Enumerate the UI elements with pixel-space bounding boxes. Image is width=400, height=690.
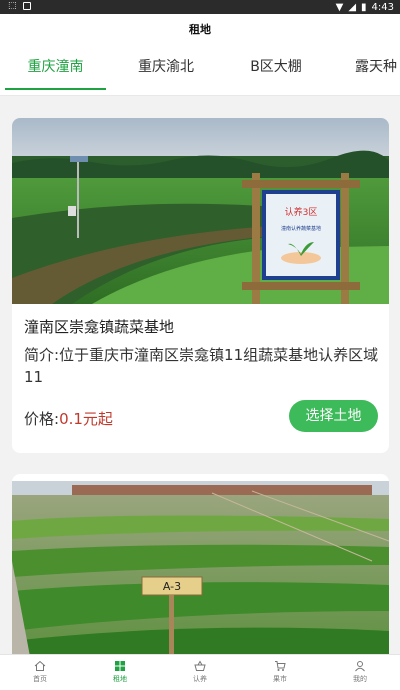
sign-subtitle: 潼南认养蔬菜基地 [281,225,321,232]
tab-chongqing-tongnan[interactable]: 重庆潼南 [5,46,106,95]
farmland-list: 认养3区 潼南认养蔬菜基地 潼南区崇龛镇蔬菜基地 简介:位于重庆市潼南区崇龛镇1… [0,96,400,654]
farmland-photo: 认养3区 潼南认养蔬菜基地 [12,118,389,304]
farmland-card[interactable]: 认养3区 潼南认养蔬菜基地 潼南区崇龛镇蔬菜基地 简介:位于重庆市潼南区崇龛镇1… [12,118,389,453]
home-icon [34,660,46,671]
region-tabs: 重庆潼南 重庆渝北 B区大棚 露天种 [0,46,400,96]
status-time: 4:43 [371,1,394,13]
farmland-description: 简介:位于重庆市潼南区崇龛镇11组蔬菜基地认养区域11 [24,346,379,386]
nav-market-label: 果市 [273,675,287,683]
nav-mine[interactable]: 我的 [320,655,400,690]
nav-home[interactable]: 首页 [0,655,80,690]
wifi-icon: ▼ [335,1,344,13]
farmland-photo: A-3 [12,481,389,654]
basket-icon [194,660,206,671]
app-notification-icon [22,2,31,10]
tab-open-field[interactable]: 露天种 [336,46,400,95]
price-row: 价格:0.1元起 [24,408,113,429]
select-land-button[interactable]: 选择土地 [289,400,378,432]
farmland-name: 潼南区崇龛镇蔬菜基地 [24,318,175,336]
bottom-navigation: 首页 租地 认养 果市 我的 [0,654,400,690]
tab-b-greenhouse[interactable]: B区大棚 [226,46,326,95]
nav-mine-label: 我的 [353,675,367,683]
title-bar: 租地 [0,14,400,46]
status-bar: ⬚ ▼ ◢ ▮ 4:43 [0,0,400,14]
signal-icon: ◢ [348,1,357,13]
nav-rent-land[interactable]: 租地 [80,655,160,690]
nav-adopt-label: 认养 [193,675,207,683]
tab-chongqing-yubei[interactable]: 重庆渝北 [116,46,216,95]
nav-adopt[interactable]: 认养 [160,655,240,690]
battery-icon: ▮ [361,1,367,13]
price-label: 价格: [24,410,60,428]
sign-title: 认养3区 [285,206,318,218]
nav-rent-label: 租地 [113,675,127,683]
user-icon [355,661,365,672]
grid-icon [115,661,125,671]
farmland-card[interactable]: A-3 [12,474,389,654]
nav-home-label: 首页 [33,675,47,683]
plot-sign-label: A-3 [163,580,181,593]
notification-icon: ⬚ [8,1,17,11]
price-value: 0.1元起 [59,410,113,428]
nav-market[interactable]: 果市 [240,655,320,690]
page-title: 租地 [189,23,211,36]
cart-icon [275,661,286,671]
